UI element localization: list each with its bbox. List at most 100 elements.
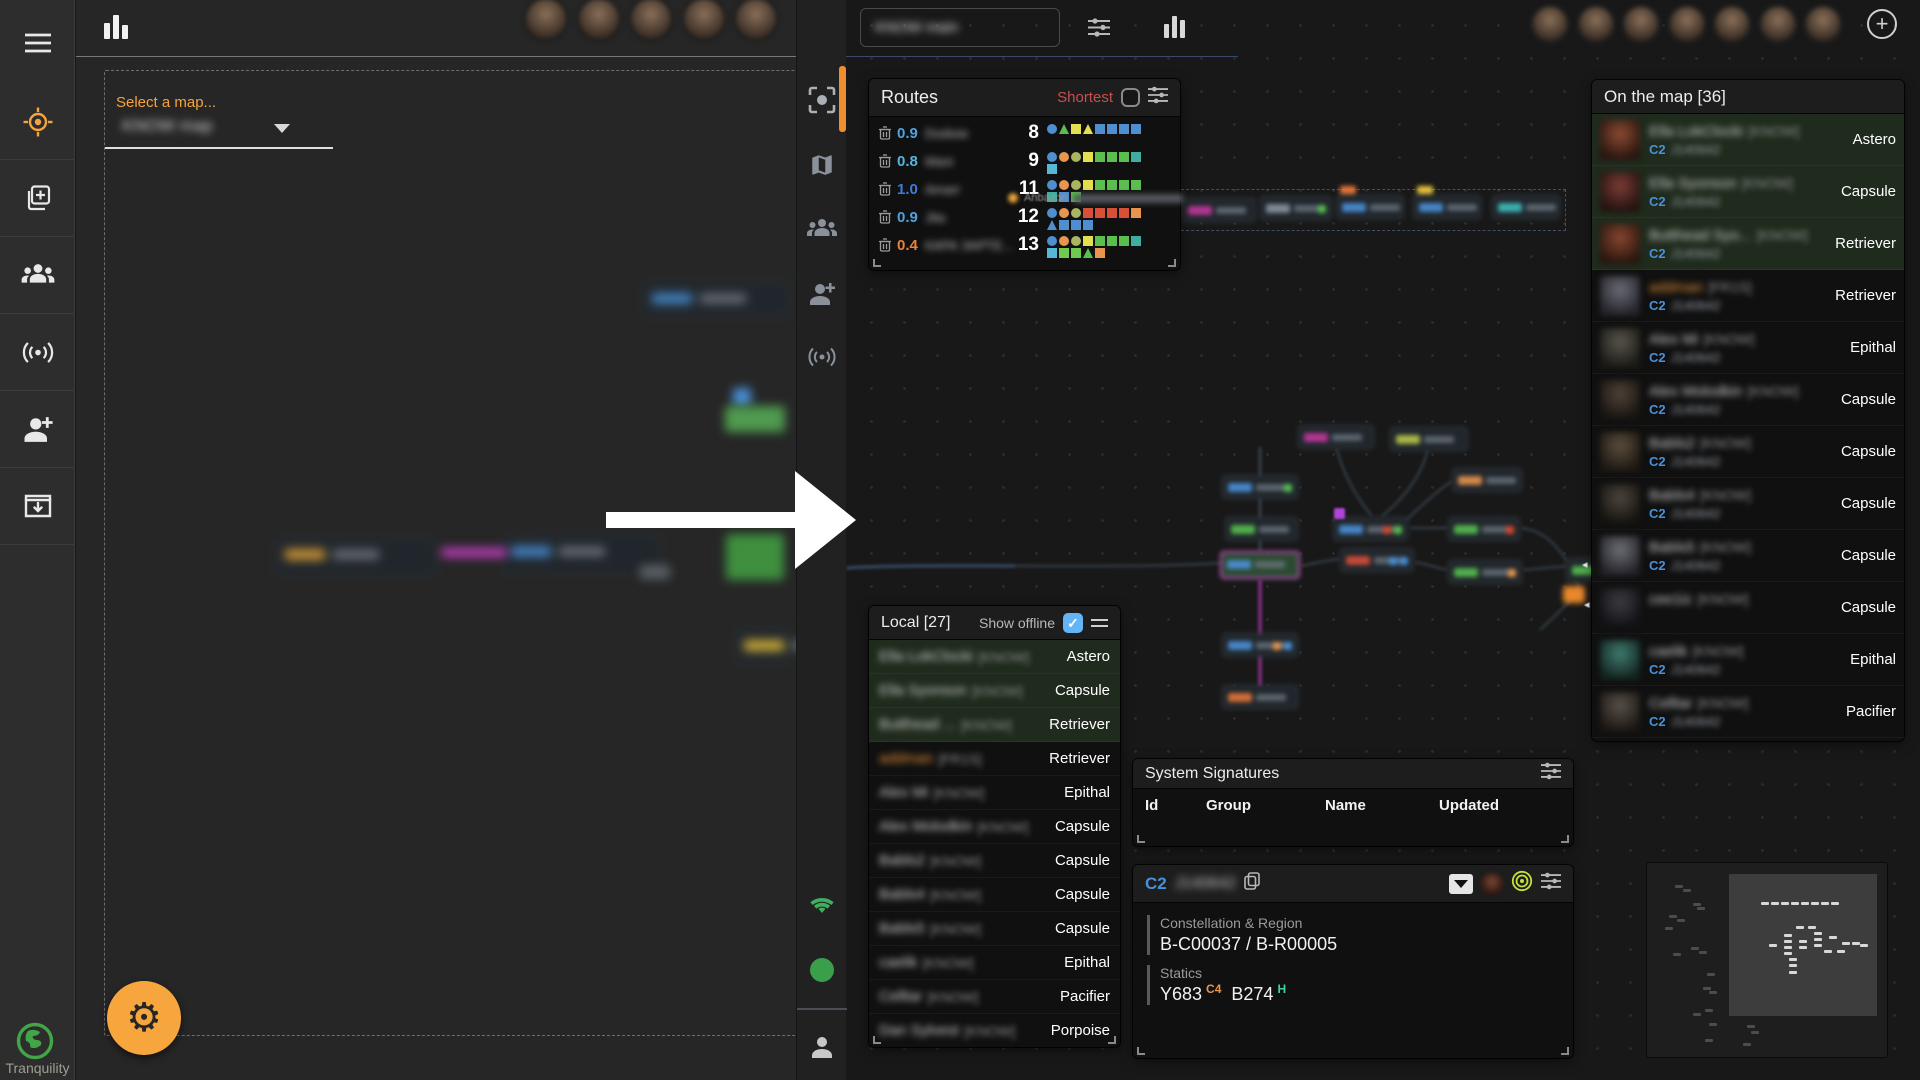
menu-icon[interactable] xyxy=(0,0,75,85)
map-filter-icon[interactable] xyxy=(1088,18,1110,42)
groups-icon[interactable] xyxy=(797,218,847,240)
person-add-icon[interactable] xyxy=(797,282,847,306)
resize-handle[interactable] xyxy=(1168,259,1176,267)
signatures-header[interactable]: System Signatures xyxy=(1133,759,1573,789)
on-map-row[interactable]: Ella Syonson [KNOW] C2 J140642 Capsule xyxy=(1592,166,1904,218)
signatures-column-name[interactable]: Name xyxy=(1325,797,1439,814)
map-system-node[interactable] xyxy=(1492,195,1560,219)
route-row[interactable]: 0.4 КАРА ЗАРТЕ... 13 xyxy=(879,234,1170,262)
avatar[interactable] xyxy=(628,0,675,42)
copy-icon[interactable] xyxy=(1244,872,1260,895)
stats-icon[interactable] xyxy=(104,13,128,44)
avatar[interactable] xyxy=(1575,4,1616,44)
target-rings-icon[interactable] xyxy=(1511,870,1533,897)
center-focus-icon[interactable] xyxy=(797,86,847,114)
avatar[interactable] xyxy=(1530,4,1570,44)
person-add-icon[interactable] xyxy=(0,391,75,468)
system-settings-icon[interactable] xyxy=(1541,872,1561,895)
dropdown-arrow-icon[interactable] xyxy=(274,124,290,133)
map-system-node[interactable] xyxy=(1452,468,1522,492)
avatar[interactable] xyxy=(733,0,780,42)
sort-filter-icon[interactable] xyxy=(1449,873,1473,894)
local-row[interactable]: Dan Sylvest [KNOW] Porpoise xyxy=(869,1014,1120,1047)
import-icon[interactable] xyxy=(0,468,75,545)
map-system-node[interactable] xyxy=(1333,517,1408,541)
groups-icon[interactable] xyxy=(0,237,75,314)
resize-handle[interactable] xyxy=(1561,1047,1569,1055)
routes-header[interactable]: Routes Shortest xyxy=(869,79,1180,117)
avatar[interactable] xyxy=(1621,4,1661,44)
add-character-icon[interactable]: + xyxy=(1867,9,1897,39)
map-system-node[interactable] xyxy=(1298,425,1374,449)
signatures-column-updated[interactable]: Updated xyxy=(1439,797,1559,814)
show-offline-checkbox[interactable]: ✓ xyxy=(1063,612,1083,633)
on-map-row[interactable]: Alex Molodkin [KNOW] C2 J140642 Capsule xyxy=(1592,374,1904,426)
broadcast-icon[interactable] xyxy=(0,314,75,391)
resize-handle[interactable] xyxy=(1137,835,1145,843)
map-system-node[interactable] xyxy=(1220,551,1300,579)
on-map-row[interactable]: Babls4 [KNOW] C2 J140642 Capsule xyxy=(1592,478,1904,530)
my-location-icon[interactable] xyxy=(0,85,75,160)
local-row[interactable]: Ella Syonson [KNOW] Capsule xyxy=(869,674,1120,708)
map-name-input[interactable]: KNOW main xyxy=(860,8,1060,47)
map-system-node[interactable] xyxy=(1260,196,1332,220)
resize-handle[interactable] xyxy=(873,1036,881,1044)
local-row[interactable]: Ella LokClocki [KNOW] Astero xyxy=(869,640,1120,674)
local-row[interactable]: Babls4 [KNOW] Capsule xyxy=(869,878,1120,912)
avatar[interactable] xyxy=(523,0,569,42)
map-select-dropdown[interactable]: KNOW map xyxy=(122,116,213,136)
delete-route-icon[interactable] xyxy=(879,178,897,201)
routes-mode-checkbox[interactable] xyxy=(1121,88,1140,107)
system-owner-avatar[interactable] xyxy=(1481,872,1503,895)
avatar[interactable] xyxy=(1666,4,1707,44)
signatures-column-id[interactable]: Id xyxy=(1145,797,1206,814)
local-row[interactable]: Babls2 [KNOW] Capsule xyxy=(869,844,1120,878)
system-info-header[interactable]: C2 J140642 xyxy=(1133,865,1573,903)
delete-route-icon[interactable] xyxy=(879,234,897,257)
map-system-node[interactable] xyxy=(1336,186,1404,219)
on-map-row[interactable]: Babls5 [KNOW] C2 J140642 Capsule xyxy=(1592,530,1904,582)
map-stats-icon[interactable] xyxy=(1164,14,1186,43)
map-system-node[interactable] xyxy=(1222,633,1298,657)
add-map-icon[interactable] xyxy=(0,160,75,237)
avatar[interactable] xyxy=(1712,4,1752,44)
on-map-row[interactable]: Butthead Syo... [KNOW] C2 J140642 Retriever xyxy=(1592,218,1904,270)
on-map-row[interactable]: Babls2 [KNOW] C2 J140642 Capsule xyxy=(1592,426,1904,478)
map-system-node[interactable] xyxy=(1448,517,1520,541)
on-the-map-header[interactable]: On the map [36] xyxy=(1592,80,1904,114)
route-row[interactable]: 0.9 Jita 12 xyxy=(879,206,1170,234)
map-system-node[interactable] xyxy=(1340,548,1414,572)
profile-icon[interactable] xyxy=(797,1034,847,1060)
map-system-node[interactable] xyxy=(1413,186,1481,219)
route-row[interactable]: 0.8 Mani 9 xyxy=(879,150,1170,178)
map-system-node[interactable] xyxy=(1222,685,1298,709)
settings-fab-button[interactable]: ⚙ xyxy=(107,981,181,1055)
local-row[interactable]: Alex Mi [KNOW] Epithal xyxy=(869,776,1120,810)
map-system-node[interactable] xyxy=(1390,427,1468,451)
map-system-node[interactable] xyxy=(1222,475,1298,499)
broadcast-icon[interactable] xyxy=(797,346,847,368)
local-header[interactable]: Local [27] Show offline ✓ xyxy=(869,606,1120,640)
routes-settings-icon[interactable] xyxy=(1148,86,1168,109)
route-row[interactable]: 0.9 Dodixie 8 xyxy=(879,122,1170,150)
delete-route-icon[interactable] xyxy=(879,150,897,173)
map-system-node[interactable] xyxy=(1448,560,1522,584)
delete-route-icon[interactable] xyxy=(879,122,897,145)
minimap[interactable] xyxy=(1646,862,1888,1058)
local-row[interactable]: addman [FR1S] Retriever xyxy=(869,742,1120,776)
avatar[interactable] xyxy=(575,0,622,42)
on-map-row[interactable]: addman [FR1S] C2 J140642 Retriever xyxy=(1592,270,1904,322)
resize-handle[interactable] xyxy=(1108,1036,1116,1044)
minimap-viewport[interactable] xyxy=(1729,874,1877,1016)
local-row[interactable]: Alex Molodkin [KNOW] Capsule xyxy=(869,810,1120,844)
map-system-node[interactable] xyxy=(1225,517,1298,541)
local-row[interactable]: caelik [KNOW] Epithal xyxy=(869,946,1120,980)
resize-handle[interactable] xyxy=(1561,835,1569,843)
resize-handle[interactable] xyxy=(1137,1047,1145,1055)
resize-handle[interactable] xyxy=(873,259,881,267)
signatures-column-group[interactable]: Group xyxy=(1206,797,1325,814)
on-map-row[interactable]: cee1ic [KNOW] Capsule xyxy=(1592,582,1904,634)
map-system-node[interactable] xyxy=(1182,198,1256,222)
avatar[interactable] xyxy=(1757,4,1798,44)
avatar[interactable] xyxy=(680,0,727,42)
